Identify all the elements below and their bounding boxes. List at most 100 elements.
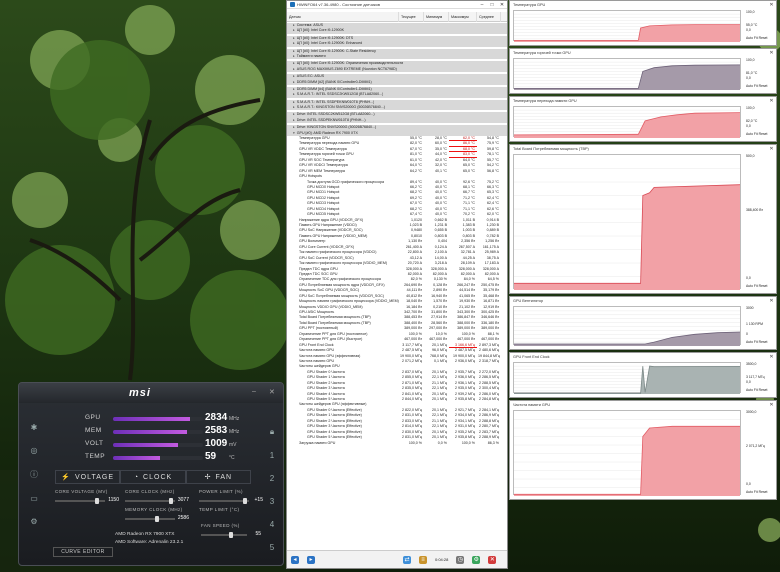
close-icon[interactable]: ✕ — [767, 2, 776, 8]
col-current[interactable]: Текущее — [399, 12, 424, 22]
monitor-readouts: GPU 2834 MHz MEM 2583 MHz VOLT 1009 mV TEMP 59 °C — [63, 412, 243, 465]
nav-arrows-right-icon[interactable]: ▸ — [307, 555, 315, 564]
power-limit-slider[interactable]: +15 — [199, 497, 263, 504]
graph-titlebar[interactable]: Температура перехода памяти GPU ✕ — [510, 97, 776, 105]
network-icon[interactable]: ⇄ — [403, 555, 411, 564]
monitor-value: 2583 — [205, 425, 228, 436]
close-icon[interactable]: ✕ — [767, 98, 776, 104]
graph-autofit-reset[interactable]: Auto Fit Reset — [746, 36, 767, 40]
core-voltage-control[interactable]: CORE VOLTAGE (MV) 1150 — [55, 489, 119, 504]
monitor-icon[interactable]: ▭ — [30, 494, 38, 503]
monitor-value: 59 — [205, 451, 217, 462]
sensor-list[interactable]: ▸ Система: ASUS ▸ ЦП [#0]: Intel Core i9-12… — [287, 23, 507, 550]
k-boost-icon[interactable]: ✱ — [31, 423, 38, 432]
graph-autofit-reset[interactable]: Auto Fit Reset — [746, 340, 767, 344]
graph-svg — [514, 365, 741, 394]
monitor-volt: VOLT 1009 mV — [63, 438, 243, 451]
profile-2-icon[interactable]: 2 — [270, 474, 274, 483]
gpu-info: AMD Radeon RX 7900 XTX AMD Software: Adr… — [115, 531, 183, 547]
hwinfo-titlebar[interactable]: HWiNFO64 v7.36-4980 - Состояние датчиков… — [287, 1, 507, 9]
graph-window[interactable]: Частота памяти GPU ✕ 3000,0 2 071,2 МГц 0,0 A… — [509, 400, 777, 500]
fan-speed-slider[interactable]: 55 — [201, 531, 261, 538]
afterburner-header[interactable] — [19, 383, 283, 403]
graph-current: 82,0 °C — [746, 118, 758, 123]
graph-titlebar[interactable]: Температура горячей точки GPU ✕ — [510, 49, 776, 57]
graph-max: 3000,0 — [746, 410, 757, 414]
fan-speed-control[interactable]: FAN SPEED (%) 55 — [201, 523, 261, 538]
col-max[interactable]: Максимум — [449, 12, 477, 22]
graph-titlebar[interactable]: Total Board Потребляемая мощность (TBP) ✕ — [510, 145, 776, 153]
profile-1-icon[interactable]: 1 — [270, 451, 274, 460]
graph-current: 1 130 RPM — [746, 322, 763, 326]
elapsed-time: 0:04:28 — [435, 557, 449, 562]
core-voltage-slider[interactable]: 1150 — [55, 497, 119, 504]
hwinfo-app-icon — [290, 2, 295, 7]
close-icon[interactable]: ✕ — [767, 402, 776, 408]
tab-fan[interactable]: ✢ FAN — [185, 470, 251, 484]
graph-window[interactable]: Температура GPU ✕ 100,0 55,0 °C 0,0 Auto Fit … — [509, 0, 777, 46]
hwinfo-window: HWiNFO64 v7.36-4980 - Состояние датчиков… — [286, 0, 508, 569]
graph-plot — [513, 10, 741, 42]
core-clock-slider[interactable]: 3077 — [125, 497, 189, 504]
graph-titlebar[interactable]: Частота памяти GPU ✕ — [510, 401, 776, 409]
graph-window[interactable]: Температура горячей точки GPU ✕ 100,0 81,0 … — [509, 48, 777, 94]
close-icon[interactable]: ✕ — [767, 146, 776, 152]
graph-plot — [513, 106, 741, 138]
profile-4-icon[interactable]: 4 — [270, 520, 274, 529]
graph-window[interactable]: GPU Вентилятор ✕ 3000 1 130 RPM 0 Auto Fit Re… — [509, 296, 777, 350]
oc-scanner-icon[interactable]: ◎ — [31, 446, 38, 455]
curve-editor-button[interactable]: CURVE EDITOR — [53, 547, 113, 557]
graph-window[interactable]: GPU Front End Clock ✕ 3500,0 3 117,7 МГц 0,0… — [509, 352, 777, 398]
col-avg[interactable]: Среднее — [477, 12, 501, 22]
profile-3-icon[interactable]: 3 — [270, 497, 274, 506]
graph-window[interactable]: Температура перехода памяти GPU ✕ 100,0 82,… — [509, 96, 777, 142]
memory-clock-slider[interactable]: 2586 — [125, 515, 189, 522]
clock-icon[interactable]: ◷ — [456, 555, 465, 564]
graph-titlebar[interactable]: GPU Вентилятор ✕ — [510, 297, 776, 305]
monitor-label: TEMP — [85, 453, 106, 460]
col-min[interactable]: Минимум — [424, 12, 449, 22]
graph-area — [514, 426, 740, 496]
graph-autofit-reset[interactable]: Auto Fit Reset — [746, 490, 767, 494]
graph-titlebar[interactable]: GPU Front End Clock ✕ — [510, 353, 776, 361]
power-limit-control[interactable]: POWER LIMIT (%) +15 TEMP LIMIT (°C) — [199, 489, 263, 512]
minimize-icon[interactable]: – — [252, 388, 256, 395]
graph-title: Total Board Потребляемая мощность (TBP) — [513, 147, 589, 151]
report-icon[interactable]: ≡ — [419, 555, 427, 564]
close-icon[interactable]: ✕ — [767, 298, 776, 304]
profile-5-icon[interactable]: 5 — [270, 543, 274, 552]
graph-area — [514, 366, 740, 394]
minimize-icon[interactable]: – — [477, 1, 487, 9]
sensor-row[interactable]: Загрузка памяти GPU 100,0 % 0,0 % 100,0 % 86… — [287, 441, 507, 446]
info-icon[interactable]: ⓘ — [30, 469, 38, 480]
graph-current: 81,0 °C — [746, 70, 758, 75]
close-icon[interactable]: ✕ — [767, 50, 776, 56]
graph-autofit-reset[interactable]: Auto Fit Reset — [746, 84, 767, 88]
graph-svg — [514, 13, 740, 42]
close-icon[interactable]: ✕ — [497, 1, 507, 9]
sensor-group-label: ЦП [#0]: Intel Core i9-12900K: Enhanced — [296, 41, 363, 46]
tab-voltage[interactable]: ⚡ VOLTAGE — [55, 470, 121, 484]
graph-autofit-reset[interactable]: Auto Fit Reset — [746, 388, 767, 392]
tab-clock[interactable]: ◔ CLOCK — [120, 470, 186, 484]
settings-icon[interactable]: ⚙ — [472, 555, 481, 564]
column-header: Датчик Текущее Минимум Максимум Среднее — [287, 12, 507, 22]
core-clock-control[interactable]: CORE CLOCK (MHz) 3077 MEMORY CLOCK (MHz)… — [125, 489, 189, 522]
nav-arrows-icon[interactable]: ◂ — [291, 555, 299, 564]
graph-titlebar[interactable]: Температура GPU ✕ — [510, 1, 776, 9]
left-toolbar: ✱ ◎ ⓘ ▭ ⚙ — [27, 423, 41, 526]
graph-window[interactable]: Total Board Потребляемая мощность (TBP) ✕… — [509, 144, 777, 294]
tab-clock-label: CLOCK — [143, 473, 173, 481]
lock-icon[interactable]: 🔒︎ — [270, 427, 274, 437]
close-icon[interactable]: ✕ — [767, 354, 776, 360]
monitor-unit: MHz — [229, 416, 240, 422]
graph-min: 0,0 — [746, 380, 751, 384]
settings-icon[interactable]: ⚙ — [30, 517, 37, 526]
graph-autofit-reset[interactable]: Auto Fit Reset — [746, 284, 767, 288]
close-icon[interactable]: ✕ — [269, 388, 275, 396]
close-sensors-icon[interactable]: ✕ — [488, 555, 497, 564]
col-sensor[interactable]: Датчик — [287, 12, 399, 22]
graph-autofit-reset[interactable]: Auto Fit Reset — [746, 132, 767, 136]
monitor-label: MEM — [85, 427, 102, 434]
maximize-icon[interactable]: □ — [487, 1, 497, 9]
